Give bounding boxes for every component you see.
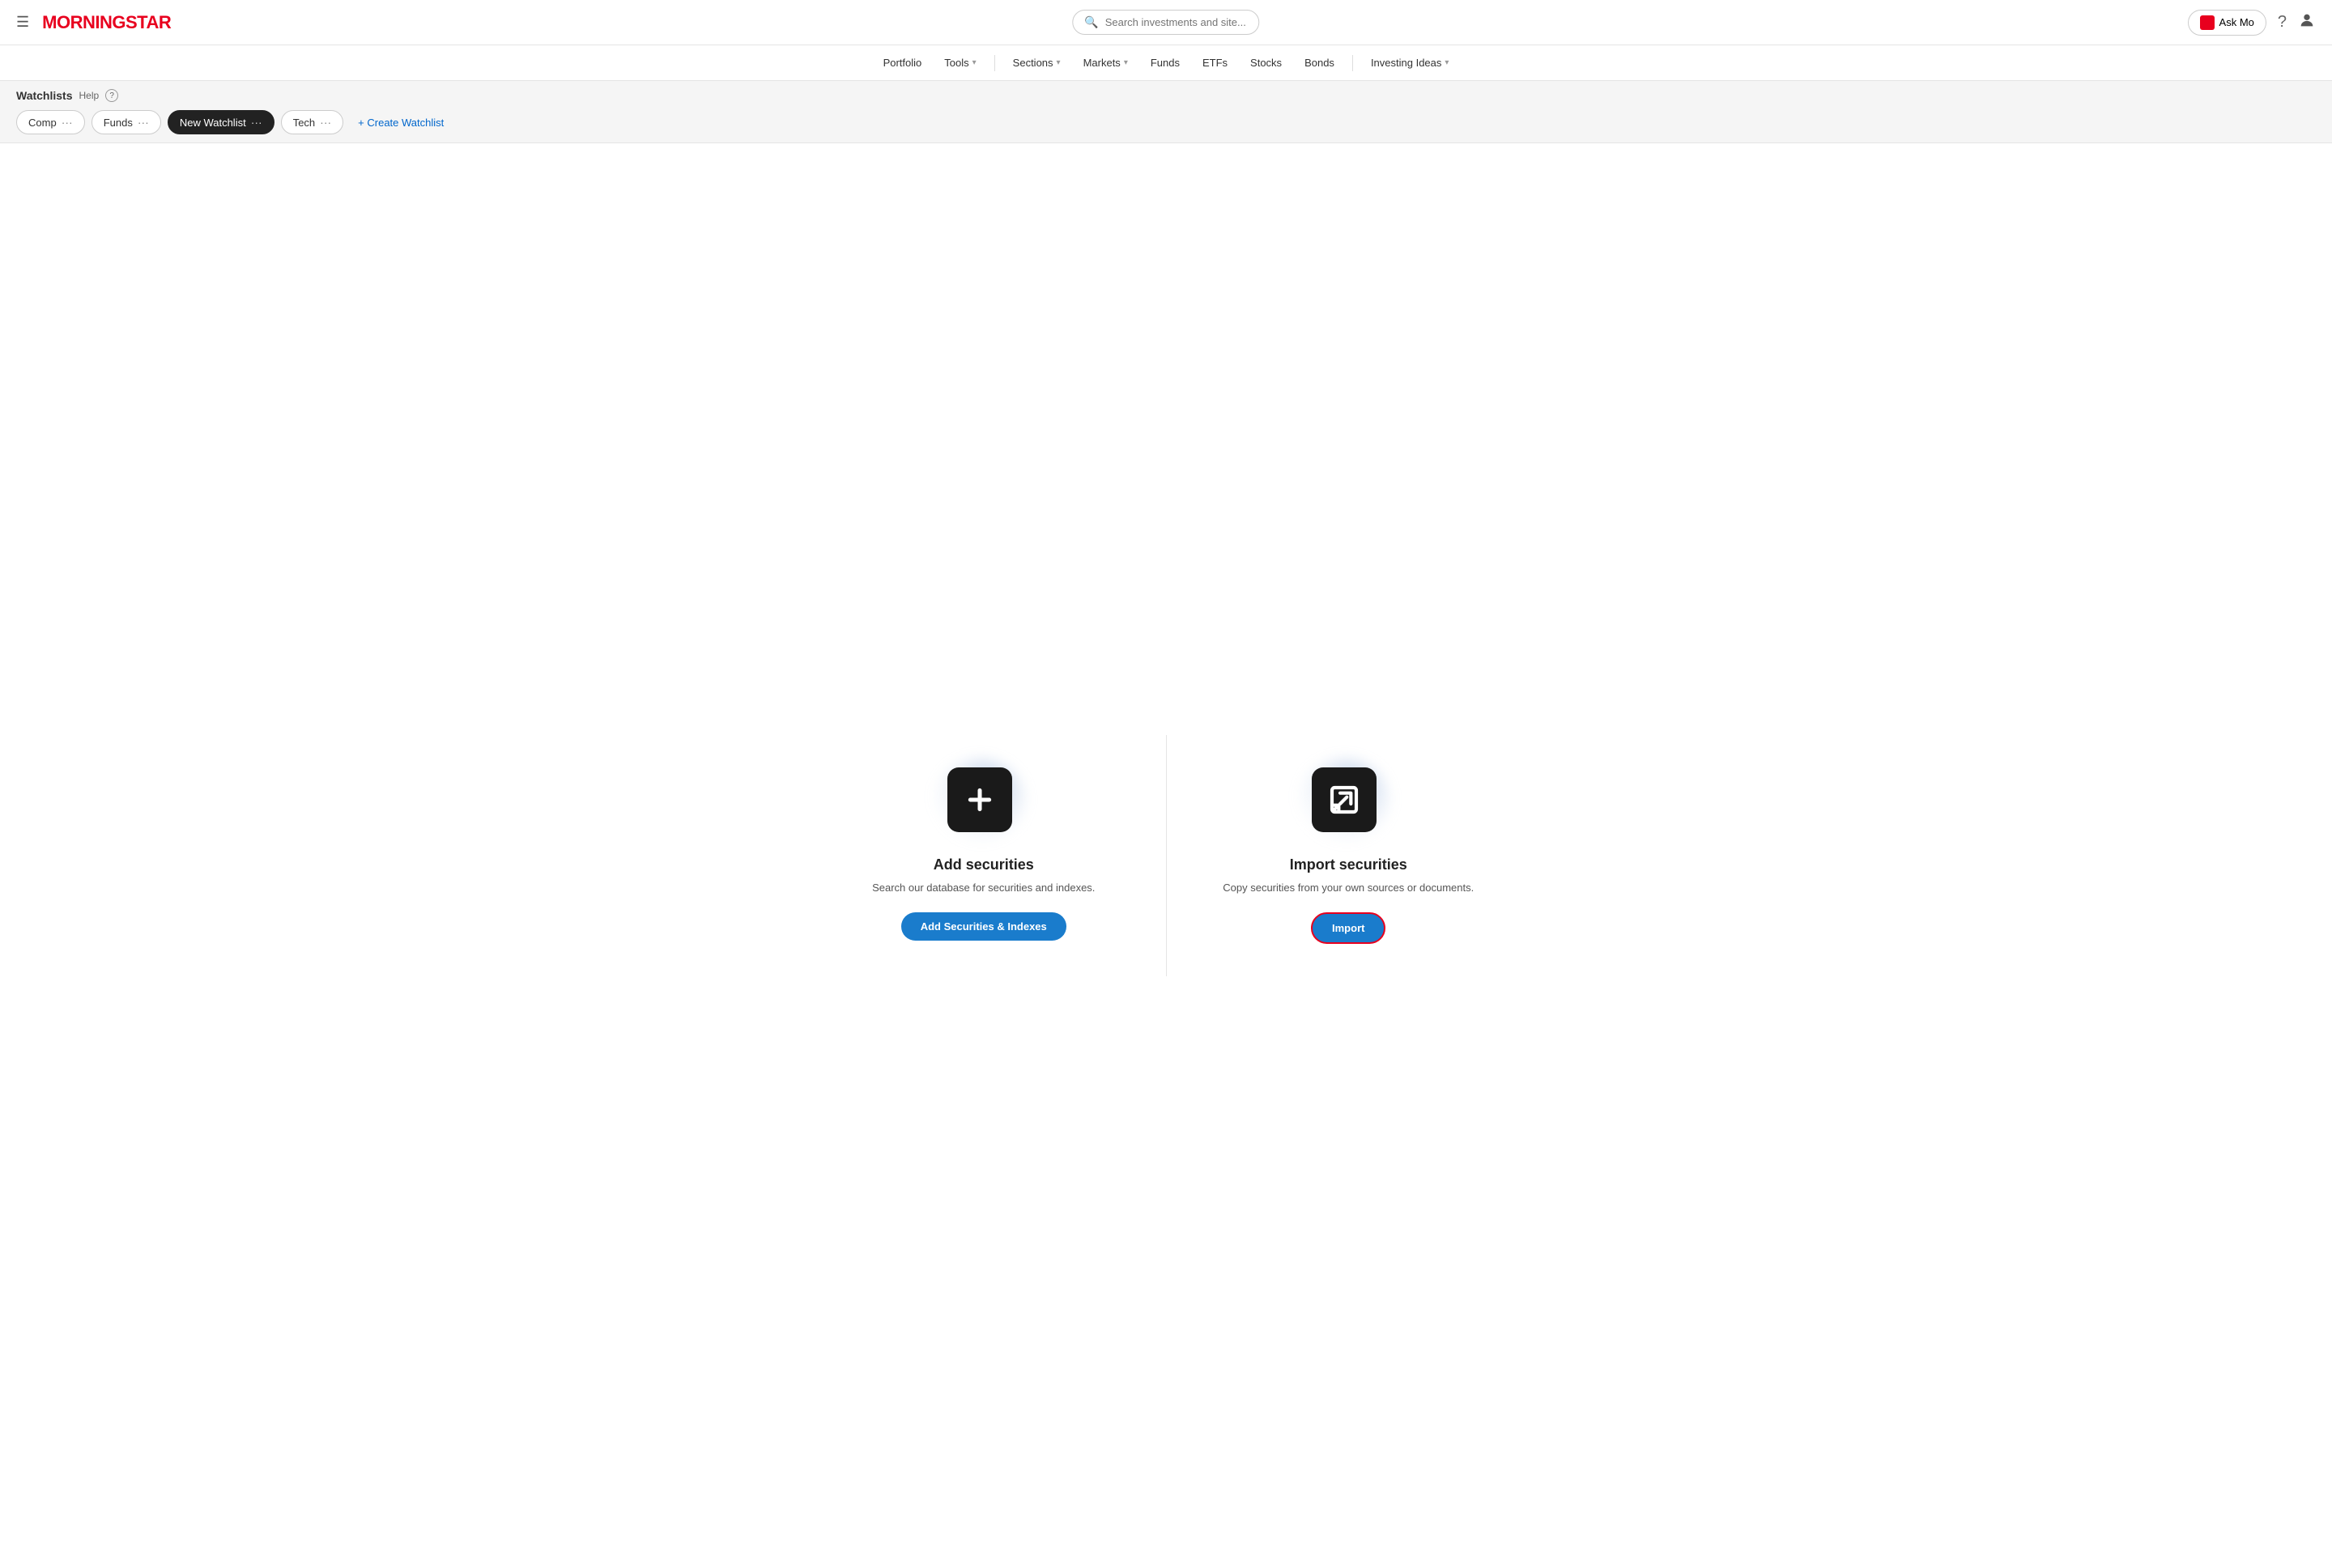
- tab-comp[interactable]: Comp ···: [16, 110, 85, 134]
- tab-funds[interactable]: Funds ···: [91, 110, 161, 134]
- nav-tools[interactable]: Tools ▾: [934, 50, 985, 75]
- tab-tech-label: Tech: [293, 117, 315, 129]
- import-icon: [1328, 784, 1360, 816]
- nav-separator-2: [1352, 55, 1353, 71]
- watchlists-header: Watchlists Help ?: [16, 89, 2316, 102]
- ask-mo-label: Ask Mo: [2219, 16, 2254, 28]
- add-securities-icon-wrapper: [947, 767, 1020, 840]
- hamburger-icon[interactable]: ☰: [16, 14, 29, 31]
- nav-markets[interactable]: Markets ▾: [1074, 50, 1138, 75]
- watchlists-title: Watchlists: [16, 89, 73, 102]
- logo-text: MORNINGSTAR: [42, 12, 171, 33]
- import-button[interactable]: Import: [1311, 912, 1385, 944]
- plus-icon: [964, 784, 996, 816]
- help-icon[interactable]: ?: [2278, 13, 2287, 32]
- user-icon[interactable]: [2298, 11, 2316, 34]
- top-right-actions: Ask Mo ?: [2188, 10, 2316, 36]
- search-icon: 🔍: [1084, 15, 1098, 29]
- add-securities-button[interactable]: Add Securities & Indexes: [901, 912, 1066, 941]
- chevron-down-icon: ▾: [1124, 58, 1128, 67]
- chevron-down-icon: ▾: [1057, 58, 1061, 67]
- tab-new-watchlist[interactable]: New Watchlist ···: [168, 110, 274, 134]
- import-securities-icon-square: [1312, 767, 1377, 832]
- main-content: Add securities Search our database for s…: [0, 143, 2332, 1568]
- tab-funds-dots[interactable]: ···: [138, 116, 149, 129]
- tab-comp-label: Comp: [28, 117, 57, 129]
- help-label: Help: [79, 90, 100, 101]
- tab-new-watchlist-label: New Watchlist: [180, 117, 246, 129]
- add-securities-panel: Add securities Search our database for s…: [802, 735, 1166, 976]
- help-circle-icon[interactable]: ?: [105, 89, 118, 102]
- watchlist-tabs: Comp ··· Funds ··· New Watchlist ··· Tec…: [16, 110, 2316, 134]
- logo[interactable]: MORNINGSTAR: [42, 12, 171, 33]
- nav-stocks[interactable]: Stocks: [1240, 50, 1292, 75]
- main-nav: Portfolio Tools ▾ Sections ▾ Markets ▾ F…: [0, 45, 2332, 81]
- ask-mo-icon: [2200, 15, 2215, 30]
- nav-sections[interactable]: Sections ▾: [1003, 50, 1070, 75]
- nav-portfolio[interactable]: Portfolio: [874, 50, 932, 75]
- search-input[interactable]: [1105, 16, 1248, 28]
- add-securities-desc: Search our database for securities and i…: [872, 880, 1095, 896]
- search-bar: 🔍: [1072, 10, 1259, 35]
- top-bar: ☰ MORNINGSTAR 🔍 Ask Mo ?: [0, 0, 2332, 45]
- nav-etfs[interactable]: ETFs: [1193, 50, 1237, 75]
- nav-separator-1: [994, 55, 995, 71]
- tab-funds-label: Funds: [104, 117, 133, 129]
- chevron-down-icon: ▾: [972, 58, 977, 67]
- nav-bonds[interactable]: Bonds: [1295, 50, 1344, 75]
- add-securities-icon-square: [947, 767, 1012, 832]
- add-securities-title: Add securities: [934, 856, 1034, 873]
- import-securities-title: Import securities: [1290, 856, 1407, 873]
- tab-comp-dots[interactable]: ···: [62, 116, 73, 129]
- import-securities-icon-wrapper: [1312, 767, 1385, 840]
- nav-funds[interactable]: Funds: [1141, 50, 1189, 75]
- tab-new-watchlist-dots[interactable]: ···: [251, 116, 262, 129]
- ask-mo-button[interactable]: Ask Mo: [2188, 10, 2266, 36]
- tab-tech[interactable]: Tech ···: [281, 110, 343, 134]
- watchlists-bar: Watchlists Help ? Comp ··· Funds ··· New…: [0, 81, 2332, 143]
- actions-container: Add securities Search our database for s…: [802, 735, 1530, 976]
- import-securities-panel: Import securities Copy securities from y…: [1166, 735, 1531, 976]
- nav-investing-ideas[interactable]: Investing Ideas ▾: [1361, 50, 1458, 75]
- tab-tech-dots[interactable]: ···: [320, 116, 331, 129]
- chevron-down-icon: ▾: [1445, 58, 1449, 67]
- create-watchlist-button[interactable]: + Create Watchlist: [350, 112, 452, 134]
- import-securities-desc: Copy securities from your own sources or…: [1223, 880, 1474, 896]
